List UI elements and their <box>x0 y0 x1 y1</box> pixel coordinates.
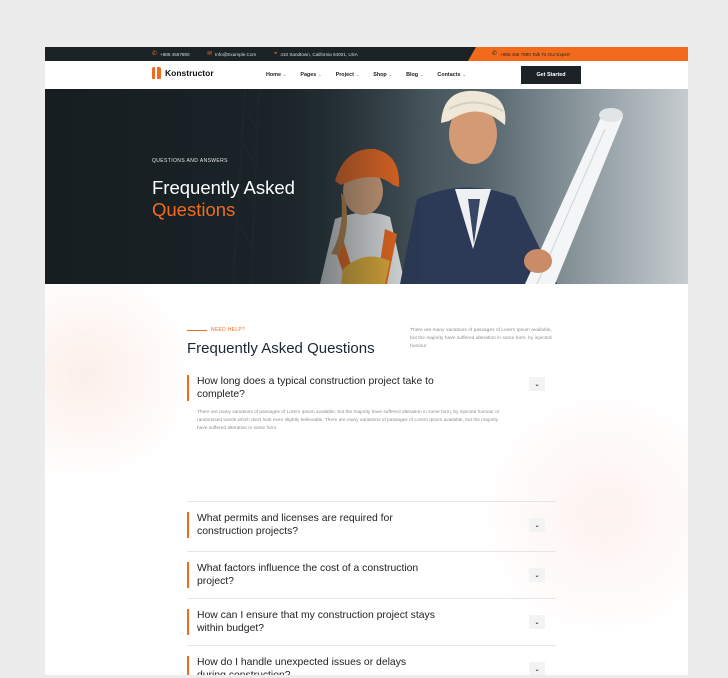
chevron-down-icon: ⌄ <box>282 72 287 77</box>
kicker-line <box>187 329 207 331</box>
top-phone-text: +888 4567890 <box>160 51 190 57</box>
faq-question[interactable]: How long does a typical construction pro… <box>197 375 437 401</box>
faq-question[interactable]: How can I ensure that my construction pr… <box>197 609 437 635</box>
hero-overlay <box>45 89 688 284</box>
main-nav: Konstructor Home ⌄ Pages ⌄ Project ⌄ Shop ⌄ … <box>45 61 688 89</box>
chevron-down-icon: ⌄ <box>462 72 466 77</box>
top-email[interactable]: ✉ Info@Example.Com <box>207 47 256 61</box>
faq-accent-bar <box>187 512 189 538</box>
nav-item-label: Blog <box>406 72 419 78</box>
faq-accent-bar <box>187 375 189 401</box>
nav-item-shop[interactable]: Shop ⌄ <box>373 72 392 78</box>
expert-banner: ✆ +888 456 7890 Talk To Our Expert <box>468 47 688 61</box>
faq-section: NEED HELP? Frequently Asked Questions Th… <box>45 284 688 675</box>
chevron-down-icon[interactable]: ⌄ <box>529 615 545 629</box>
chevron-down-icon: ⌄ <box>388 72 393 77</box>
nav-item-project[interactable]: Project ⌄ <box>336 72 360 78</box>
nav-menu: Home ⌄ Pages ⌄ Project ⌄ Shop ⌄ Blog ⌄ Contac… <box>266 61 480 89</box>
phone-icon: ✆ <box>492 51 498 57</box>
section-title: Frequently Asked Questions <box>187 340 375 357</box>
faq-accent-bar <box>187 562 189 588</box>
faq-question[interactable]: What factors influence the cost of a con… <box>197 562 437 588</box>
section-kicker: NEED HELP? <box>187 327 245 333</box>
top-expert-text: +888 456 7890 Talk To Our Expert <box>500 51 570 57</box>
hero-kicker: QUESTIONS AND ANSWERS <box>152 158 228 164</box>
faq-accent-bar <box>187 656 189 675</box>
nav-item-pages[interactable]: Pages ⌄ <box>300 72 321 78</box>
nav-item-home[interactable]: Home ⌄ <box>266 72 286 78</box>
chevron-down-icon: ⌄ <box>355 72 360 77</box>
top-phone[interactable]: ✆ +888 4567890 <box>152 47 190 61</box>
chevron-down-icon[interactable]: ⌄ <box>529 377 545 391</box>
faq-divider <box>187 645 556 646</box>
nav-item-label: Shop <box>373 72 387 78</box>
logo[interactable]: Konstructor <box>152 67 214 79</box>
top-address: ⌖ 410 Sandtown, California 94001, USA <box>274 47 358 61</box>
faq-answer: There are many variations of passages of… <box>197 410 500 431</box>
section-kicker-text: NEED HELP? <box>211 327 246 333</box>
hero-title-highlight: Questions <box>152 199 236 220</box>
chevron-down-icon: ⌄ <box>318 72 322 77</box>
faq-divider <box>187 551 556 552</box>
chevron-down-icon[interactable]: ⌄ <box>529 568 545 582</box>
faq-divider <box>187 598 556 599</box>
nav-item-label: Home <box>266 72 281 78</box>
logo-icon <box>152 67 161 79</box>
nav-item-label: Project <box>335 72 354 78</box>
nav-item-label: Pages <box>300 72 317 78</box>
top-expert[interactable]: ✆ +888 456 7890 Talk To Our Expert <box>492 47 570 61</box>
section-description: There are many variations of passages of… <box>410 328 552 349</box>
location-icon: ⌖ <box>274 51 278 57</box>
logo-text: Konstructor <box>165 68 214 78</box>
get-started-button[interactable]: Get Started <box>521 66 581 84</box>
faq-question[interactable]: How do I handle unexpected issues or del… <box>197 656 437 675</box>
hero-title: Frequently Asked <box>152 177 295 198</box>
faq-divider <box>187 501 556 502</box>
nav-item-blog[interactable]: Blog ⌄ <box>406 72 423 78</box>
hero-banner: QUESTIONS AND ANSWERS Frequently Asked Q… <box>45 89 688 284</box>
top-email-text: Info@Example.Com <box>215 51 257 57</box>
chevron-down-icon[interactable]: ⌄ <box>529 662 545 675</box>
faq-question[interactable]: What permits and licenses are required f… <box>197 512 437 538</box>
nav-item-label: Contacts <box>437 72 461 78</box>
chevron-down-icon: ⌄ <box>420 72 424 77</box>
top-bar: ✆ +888 4567890 ✉ Info@Example.Com ⌖ 410 … <box>45 47 688 61</box>
top-address-text: 410 Sandtown, California 94001, USA <box>280 51 358 57</box>
page-frame: ✆ +888 4567890 ✉ Info@Example.Com ⌖ 410 … <box>45 47 688 675</box>
mail-icon: ✉ <box>207 51 213 57</box>
faq-accent-bar <box>187 609 189 635</box>
nav-item-contacts[interactable]: Contacts ⌄ <box>437 72 465 78</box>
chevron-down-icon[interactable]: ⌄ <box>529 518 545 532</box>
phone-icon: ✆ <box>152 51 158 57</box>
